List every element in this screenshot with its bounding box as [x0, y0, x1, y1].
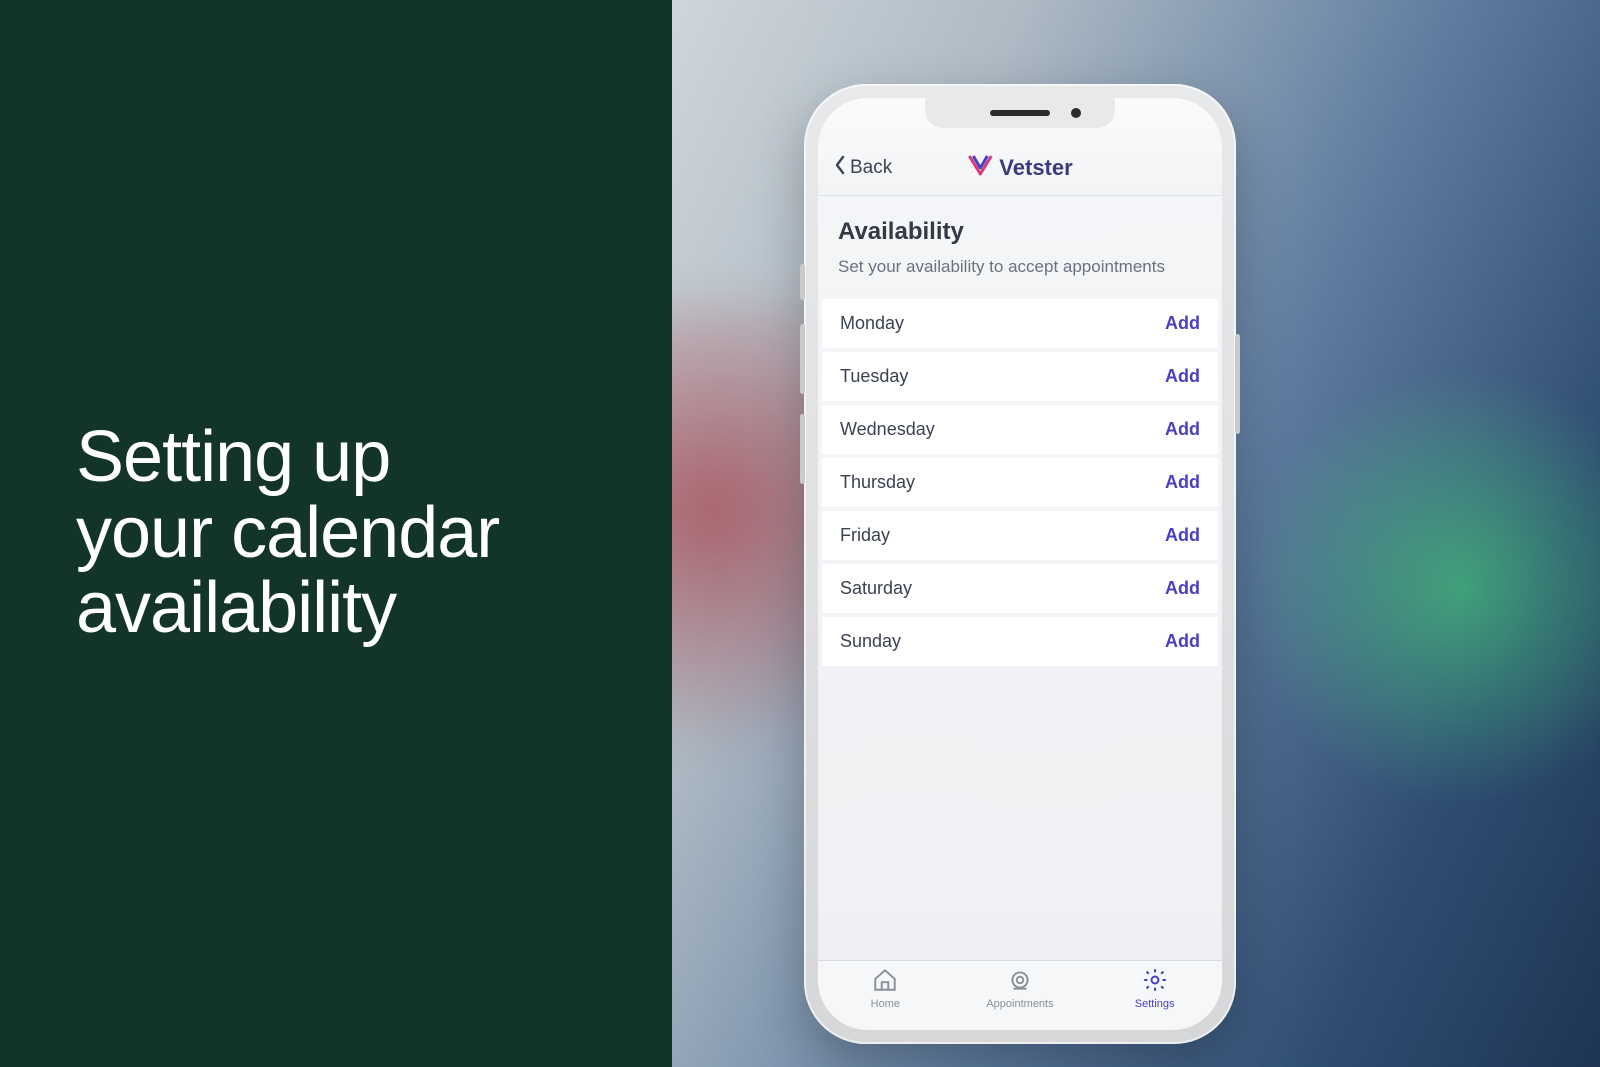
phone-side-button — [800, 264, 805, 300]
day-row-thursday[interactable]: Thursday Add — [822, 458, 1218, 507]
tab-label: Appointments — [986, 998, 1053, 1010]
back-label: Back — [850, 157, 892, 179]
page-title: Availability — [838, 218, 1202, 246]
add-button[interactable]: Add — [1165, 631, 1200, 652]
phone-screen-wrap: Back Vetster — [818, 98, 1222, 1030]
phone-side-button — [800, 414, 805, 484]
tab-appointments[interactable]: Appointments — [953, 967, 1086, 1010]
availability-day-list: Monday Add Tuesday Add Wednesday Add T — [818, 299, 1222, 666]
day-label: Monday — [840, 313, 904, 334]
headline-line-3: availability — [76, 568, 396, 648]
add-button[interactable]: Add — [1165, 366, 1200, 387]
headline-line-2: your calendar — [76, 493, 499, 573]
phone-frame: Back Vetster — [804, 84, 1236, 1044]
add-button[interactable]: Add — [1165, 472, 1200, 493]
phone-notch — [925, 98, 1115, 128]
phone-speaker — [990, 110, 1050, 116]
day-row-saturday[interactable]: Saturday Add — [822, 564, 1218, 613]
brand-mark-icon — [967, 154, 993, 181]
phone-side-button — [800, 324, 805, 394]
day-label: Tuesday — [840, 366, 908, 387]
tab-bar: Home Appointments Settings — [818, 960, 1222, 1030]
tab-settings[interactable]: Settings — [1088, 967, 1221, 1010]
promo-headline: Setting up your calendar availability — [76, 420, 499, 647]
phone-side-button — [1235, 334, 1240, 434]
headline-line-1: Setting up — [76, 417, 390, 497]
home-icon — [872, 967, 898, 996]
brand-name: Vetster — [999, 155, 1072, 181]
phone-camera — [1071, 108, 1081, 118]
day-row-wednesday[interactable]: Wednesday Add — [822, 405, 1218, 454]
day-label: Wednesday — [840, 419, 935, 440]
add-button[interactable]: Add — [1165, 313, 1200, 334]
brand-logo: Vetster — [967, 154, 1072, 181]
availability-header: Availability Set your availability to ac… — [818, 196, 1222, 299]
device-showcase-panel: Back Vetster — [672, 0, 1600, 1067]
day-label: Saturday — [840, 578, 912, 599]
day-row-tuesday[interactable]: Tuesday Add — [822, 352, 1218, 401]
chevron-left-icon — [834, 155, 846, 181]
gear-icon — [1142, 967, 1168, 996]
day-row-monday[interactable]: Monday Add — [822, 299, 1218, 348]
promo-panel: Setting up your calendar availability — [0, 0, 672, 1067]
add-button[interactable]: Add — [1165, 578, 1200, 599]
day-row-friday[interactable]: Friday Add — [822, 511, 1218, 560]
day-label: Sunday — [840, 631, 901, 652]
back-button[interactable]: Back — [834, 155, 892, 181]
page-subtitle: Set your availability to accept appointm… — [838, 256, 1202, 279]
camera-icon — [1007, 967, 1033, 996]
day-label: Thursday — [840, 472, 915, 493]
tab-label: Settings — [1135, 998, 1175, 1010]
add-button[interactable]: Add — [1165, 525, 1200, 546]
day-row-sunday[interactable]: Sunday Add — [822, 617, 1218, 666]
day-label: Friday — [840, 525, 890, 546]
tab-home[interactable]: Home — [819, 967, 952, 1010]
tab-label: Home — [871, 998, 900, 1010]
app-screen: Back Vetster — [818, 98, 1222, 1030]
add-button[interactable]: Add — [1165, 419, 1200, 440]
